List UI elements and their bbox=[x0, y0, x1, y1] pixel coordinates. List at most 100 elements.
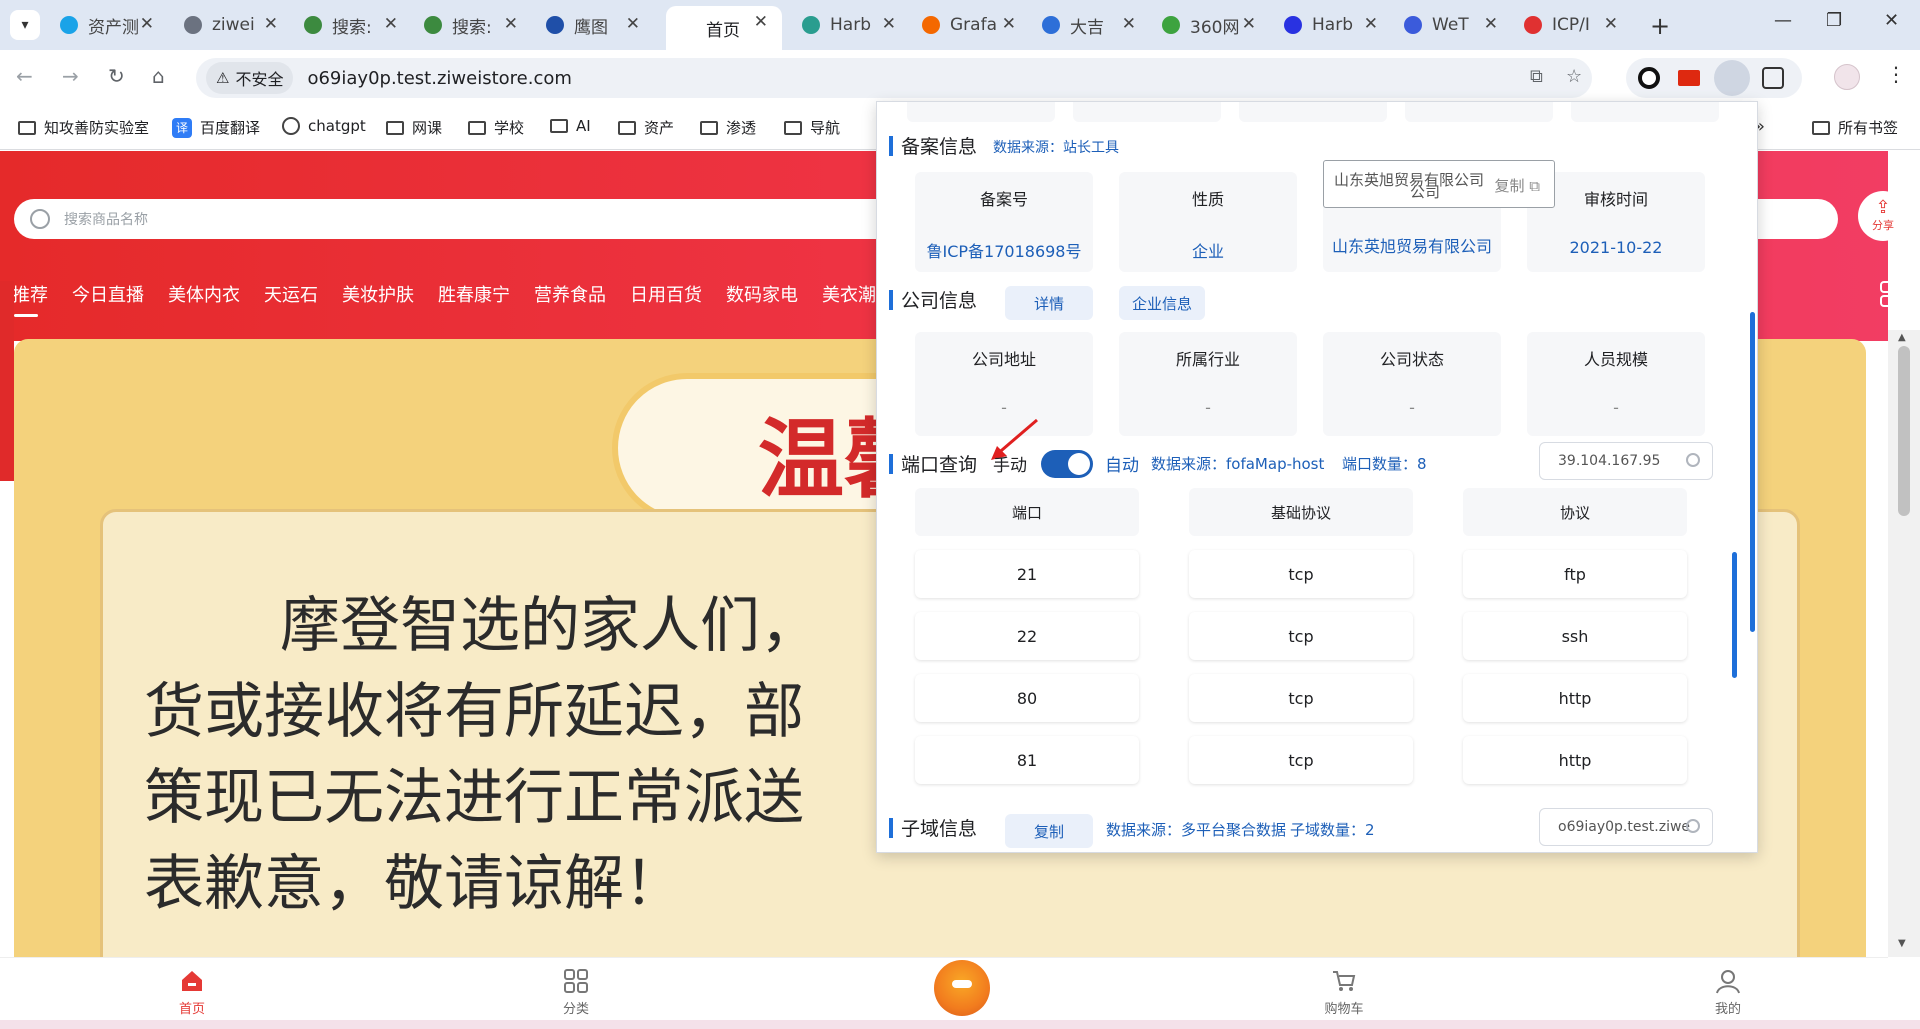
menu-icon[interactable]: ⋮ bbox=[1886, 62, 1906, 86]
banner-line: 货或接收将有所延迟，部 bbox=[144, 677, 804, 747]
category-tab[interactable]: 今日直播 bbox=[72, 281, 144, 307]
tab-3[interactable]: 搜索: ✕ bbox=[292, 8, 412, 42]
copy-subdomains-button[interactable]: 复制 bbox=[1005, 814, 1093, 848]
copy-button[interactable]: 复制 ⧉ bbox=[1495, 175, 1541, 196]
tab-close-icon[interactable]: ✕ bbox=[754, 12, 768, 32]
bookmark-item[interactable]: 渗透 bbox=[700, 117, 756, 138]
china-flag-icon[interactable] bbox=[1678, 70, 1700, 86]
all-bookmarks[interactable]: 所有书签 bbox=[1812, 117, 1898, 138]
new-tab-button[interactable]: + bbox=[1650, 12, 1670, 40]
tab-close-icon[interactable]: ✕ bbox=[1364, 14, 1378, 34]
tab-4[interactable]: 搜索: ✕ bbox=[412, 8, 532, 42]
tab-close-icon[interactable]: ✕ bbox=[1002, 14, 1016, 34]
detail-button[interactable]: 详情 bbox=[1005, 286, 1093, 320]
tab-close-icon[interactable]: ✕ bbox=[140, 14, 154, 34]
tab-11[interactable]: Harb ✕ bbox=[1272, 8, 1392, 42]
bookmark-item[interactable]: 网课 bbox=[386, 117, 442, 138]
cell-value[interactable]: 鲁ICP备17018698号 bbox=[915, 238, 1093, 262]
port-table-cell: http bbox=[1463, 736, 1687, 784]
tab-7[interactable]: Harb ✕ bbox=[790, 8, 910, 42]
minimize-button[interactable]: — bbox=[1774, 10, 1792, 31]
back-button[interactable]: ← bbox=[16, 64, 33, 88]
scroll-up-icon[interactable]: ▲ bbox=[1898, 332, 1906, 343]
bottom-nav-profile[interactable]: 我的 bbox=[1698, 968, 1758, 1017]
cell-value[interactable]: 企业 bbox=[1119, 238, 1297, 262]
url-text[interactable]: o69iay0p.test.ziweistore.com bbox=[307, 68, 571, 89]
share-button[interactable]: ⇪ 分享 bbox=[1858, 191, 1908, 241]
bookmark-item[interactable]: 导航 bbox=[784, 117, 840, 138]
category-tab[interactable]: 美妆护肤 bbox=[342, 281, 414, 307]
extension-active-icon[interactable] bbox=[1714, 60, 1750, 96]
tab-close-icon[interactable]: ✕ bbox=[626, 14, 640, 34]
tab-1[interactable]: 资产测 ✕ bbox=[48, 8, 168, 42]
close-window-button[interactable]: ✕ bbox=[1884, 10, 1899, 31]
auto-label[interactable]: 自动 bbox=[1105, 451, 1139, 476]
tab-13[interactable]: ICP/I ✕ bbox=[1512, 8, 1632, 42]
tab-9[interactable]: 大吉 ✕ bbox=[1030, 8, 1150, 42]
page-scrollbar[interactable]: ▲ ▼ bbox=[1888, 330, 1920, 957]
popup-scrollbar[interactable] bbox=[1747, 102, 1757, 852]
tab-6[interactable]: 首页 ✕ bbox=[666, 6, 782, 50]
tab-label: WeT bbox=[1432, 15, 1469, 35]
home-button[interactable]: ⌂ bbox=[152, 64, 165, 88]
forward-button[interactable]: → bbox=[62, 64, 79, 88]
category-tab[interactable]: 数码家电 bbox=[726, 281, 798, 307]
enterprise-info-button[interactable]: 企业信息 bbox=[1119, 286, 1205, 320]
search-icon[interactable] bbox=[1686, 819, 1700, 833]
category-tab[interactable]: 天运石 bbox=[264, 281, 318, 307]
bottom-nav-category[interactable]: 分类 bbox=[546, 968, 606, 1017]
address-bar[interactable]: ⚠ 不安全 o69iay0p.test.ziweistore.com ⧉ ☆ bbox=[196, 58, 1592, 98]
tab-close-icon[interactable]: ✕ bbox=[384, 14, 398, 34]
category-tab[interactable]: 推荐 bbox=[12, 281, 48, 317]
tab-close-icon[interactable]: ✕ bbox=[882, 14, 896, 34]
bookmark-item[interactable]: 知攻善防实验室 bbox=[18, 117, 149, 138]
tab-5[interactable]: 鹰图 ✕ bbox=[534, 8, 654, 42]
bookmark-item[interactable]: chatgpt bbox=[282, 117, 366, 135]
scroll-down-icon[interactable]: ▼ bbox=[1898, 938, 1906, 949]
bookmark-item[interactable]: 资产 bbox=[618, 117, 674, 138]
bookmark-item[interactable]: AI bbox=[550, 117, 591, 135]
tab-search-button[interactable]: ▾ bbox=[10, 10, 40, 40]
manual-label[interactable]: 手动 bbox=[993, 451, 1027, 476]
tab-2[interactable]: ziwei ✕ bbox=[172, 8, 292, 42]
restore-button[interactable]: ❐ bbox=[1826, 10, 1842, 31]
ip-search-input[interactable]: 39.104.167.95 bbox=[1539, 442, 1713, 480]
mascot-icon[interactable] bbox=[934, 960, 990, 1016]
category-tab[interactable]: 胜春康宁 bbox=[438, 281, 510, 307]
search-icon[interactable] bbox=[1686, 453, 1700, 467]
tab-favicon-icon bbox=[922, 16, 940, 34]
security-indicator[interactable]: ⚠ 不安全 bbox=[206, 62, 294, 94]
tab-10[interactable]: 360网 ✕ bbox=[1150, 8, 1270, 42]
bookmark-star-icon[interactable]: ☆ bbox=[1566, 66, 1582, 87]
auto-toggle[interactable] bbox=[1041, 450, 1093, 478]
tab-8[interactable]: Grafa ✕ bbox=[910, 8, 1030, 42]
category-tab[interactable]: 日用百货 bbox=[630, 281, 702, 307]
bottom-nav-cart[interactable]: 购物车 bbox=[1314, 968, 1374, 1017]
tab-12[interactable]: WeT ✕ bbox=[1392, 8, 1512, 42]
scrollbar-thumb[interactable] bbox=[1898, 346, 1910, 516]
tab-close-icon[interactable]: ✕ bbox=[1242, 14, 1256, 34]
cell-value[interactable]: 2021-10-22 bbox=[1527, 238, 1705, 257]
reload-button[interactable]: ↻ bbox=[108, 64, 125, 88]
category-tab[interactable]: 美体内衣 bbox=[168, 281, 240, 307]
scrollbar-thumb[interactable] bbox=[1750, 312, 1755, 632]
subdomain-search-input[interactable]: o69iay0p.test.ziwe bbox=[1539, 808, 1713, 846]
bottom-nav-home[interactable]: 首页 bbox=[162, 968, 222, 1017]
puzzle-icon[interactable] bbox=[1762, 67, 1784, 89]
avatar[interactable] bbox=[1834, 64, 1860, 90]
port-table-cell: 21 bbox=[915, 550, 1139, 598]
tab-close-icon[interactable]: ✕ bbox=[1484, 14, 1498, 34]
tab-close-icon[interactable]: ✕ bbox=[1604, 14, 1618, 34]
beian-section-title: 备案信息 bbox=[889, 132, 977, 159]
inner-scrollbar-thumb[interactable] bbox=[1732, 552, 1737, 678]
tab-close-icon[interactable]: ✕ bbox=[1122, 14, 1136, 34]
translate-icon[interactable]: ⧉ bbox=[1530, 66, 1543, 87]
grid-menu-icon[interactable] bbox=[1880, 281, 1888, 307]
bookmark-item[interactable]: 译百度翻译 bbox=[172, 117, 260, 138]
cell-value[interactable]: 山东英旭贸易有限公司 bbox=[1323, 233, 1501, 257]
extension-circle-icon[interactable] bbox=[1638, 67, 1660, 89]
category-tab[interactable]: 营养食品 bbox=[534, 281, 606, 307]
bookmark-item[interactable]: 学校 bbox=[468, 117, 524, 138]
tab-close-icon[interactable]: ✕ bbox=[264, 14, 278, 34]
tab-close-icon[interactable]: ✕ bbox=[504, 14, 518, 34]
